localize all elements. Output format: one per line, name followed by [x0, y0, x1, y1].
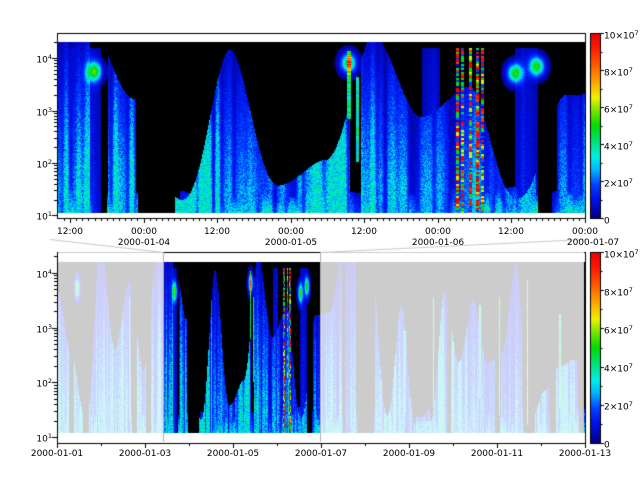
x-date-label: 2000-01-06: [412, 238, 464, 248]
y-tick-label: 102: [20, 376, 52, 390]
colorbar-tick-exponent: 7: [629, 103, 633, 111]
y-tick-base: 10: [36, 109, 47, 119]
colorbar-tick-exponent: 7: [629, 362, 633, 370]
x-tick-label: 12:00: [57, 227, 83, 237]
colorbar-tick-mantissa: 6×10: [604, 327, 629, 337]
x-tick-label: 12:00: [498, 227, 524, 237]
x-date-label: 2000-01-07: [295, 449, 347, 459]
colorbar-tick-exponent: 7: [634, 29, 638, 37]
x-tick-label: 00:00: [278, 227, 304, 237]
colorbar-tick-mantissa: 0: [604, 441, 610, 451]
colorbar-tick-mantissa: 8×10: [604, 289, 629, 299]
y-tick-label: 101: [20, 209, 52, 223]
x-tick-label: 00:00: [131, 227, 157, 237]
x-tick-label: 00:00: [425, 227, 451, 237]
x-date-label: 2000-01-09: [383, 449, 435, 459]
colorbar-tick-mantissa: 2×10: [604, 403, 629, 413]
y-tick-exponent: 2: [48, 158, 52, 166]
colorbar-tick-exponent: 7: [629, 324, 633, 332]
colorbar-tick-exponent: 7: [629, 140, 633, 148]
y-tick-base: 10: [36, 380, 47, 390]
y-tick-label: 104: [20, 267, 52, 281]
colorbar-tick-label: 0: [604, 437, 610, 451]
colorbar-tick-exponent: 7: [629, 400, 633, 408]
y-tick-base: 10: [36, 56, 47, 66]
y-tick-base: 10: [36, 271, 47, 281]
y-tick-exponent: 1: [48, 432, 52, 440]
dynamic-spectrum-figure: 12:00 00:00 12:00 00:00 12:00 00:00 12:0…: [0, 0, 640, 480]
colorbar-tick-mantissa: 10×10: [604, 32, 634, 42]
colorbar-tick-mantissa: 10×10: [604, 251, 634, 261]
y-tick-label: 101: [20, 431, 52, 445]
colorbar-tick-mantissa: 0: [604, 217, 610, 227]
colorbar-tick-exponent: 7: [629, 66, 633, 74]
colorbar-tick-exponent: 7: [629, 286, 633, 294]
y-tick-label: 103: [20, 105, 52, 119]
colorbar-tick-mantissa: 8×10: [604, 69, 629, 79]
y-tick-label: 102: [20, 157, 52, 171]
colorbar-tick-label: 2×107: [604, 176, 633, 190]
y-tick-exponent: 4: [48, 53, 52, 61]
y-tick-label: 104: [20, 52, 52, 66]
y-tick-exponent: 4: [48, 268, 52, 276]
y-tick-base: 10: [36, 435, 47, 445]
y-tick-base: 10: [36, 213, 47, 223]
x-tick-label: 12:00: [204, 227, 230, 237]
overview-plot-area[interactable]: [57, 252, 585, 443]
colorbar-tick-label: 8×107: [604, 65, 633, 79]
colorbar-tick-label: 6×107: [604, 323, 633, 337]
x-date-label: 2000-01-13: [559, 449, 611, 459]
colorbar-tick-label: 10×107: [604, 28, 639, 42]
y-tick-base: 10: [36, 326, 47, 336]
colorbar-tick-mantissa: 4×10: [604, 143, 629, 153]
x-date-label: 2000-01-05: [207, 449, 259, 459]
colorbar-tick-exponent: 7: [629, 177, 633, 185]
colorbar-tick-label: 4×107: [604, 139, 633, 153]
colorbar-tick-label: 10×107: [604, 247, 639, 261]
y-tick-exponent: 3: [48, 323, 52, 331]
colorbar-tick-label: 0: [604, 213, 610, 227]
y-tick-base: 10: [36, 161, 47, 171]
y-tick-exponent: 2: [48, 377, 52, 385]
x-date-label: 2000-01-01: [31, 449, 83, 459]
y-tick-exponent: 3: [48, 106, 52, 114]
y-tick-exponent: 1: [48, 210, 52, 218]
colorbar-tick-mantissa: 4×10: [604, 365, 629, 375]
x-date-label: 2000-01-11: [471, 449, 523, 459]
x-date-label: 2000-01-03: [119, 449, 171, 459]
colorbar-tick-label: 4×107: [604, 361, 633, 375]
x-tick-label: 00:00: [572, 227, 598, 237]
x-date-label: 2000-01-05: [265, 238, 317, 248]
y-tick-label: 103: [20, 322, 52, 336]
colorbar-tick-mantissa: 2×10: [604, 180, 629, 190]
detail-plot-area[interactable]: [57, 33, 585, 218]
colorbar-tick-label: 8×107: [604, 285, 633, 299]
colorbar-tick-mantissa: 6×10: [604, 106, 629, 116]
overview-selection-region[interactable]: [163, 252, 321, 443]
x-tick-label: 12:00: [351, 227, 377, 237]
x-date-label: 2000-01-04: [118, 238, 170, 248]
colorbar-tick-label: 2×107: [604, 399, 633, 413]
colorbar-tick-exponent: 7: [634, 248, 638, 256]
colorbar-tick-label: 6×107: [604, 102, 633, 116]
